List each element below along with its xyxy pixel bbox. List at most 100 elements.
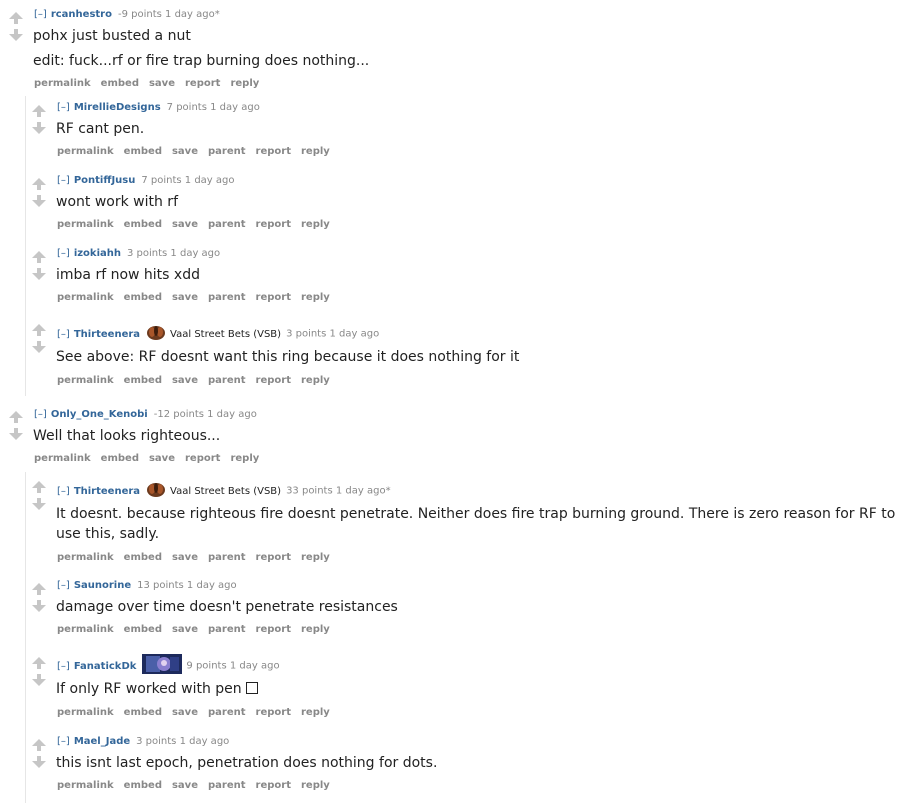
- collapse-toggle[interactable]: [–]: [34, 9, 47, 20]
- author-link[interactable]: MirellieDesigns: [74, 102, 161, 113]
- reply-link[interactable]: reply: [230, 78, 259, 89]
- report-link[interactable]: report: [256, 624, 291, 635]
- author-link[interactable]: Mael_Jade: [74, 736, 130, 747]
- upvote-icon[interactable]: [9, 12, 23, 24]
- downvote-icon[interactable]: [9, 428, 23, 440]
- upvote-icon[interactable]: [32, 178, 46, 190]
- collapse-toggle[interactable]: [–]: [34, 409, 47, 420]
- reply-link[interactable]: reply: [301, 375, 330, 386]
- reply-link[interactable]: reply: [301, 552, 330, 563]
- author-link[interactable]: Saunorine: [74, 580, 131, 591]
- reply-link[interactable]: reply: [301, 292, 330, 303]
- permalink-link[interactable]: permalink: [57, 146, 114, 157]
- upvote-icon[interactable]: [9, 411, 23, 423]
- parent-link[interactable]: parent: [208, 292, 246, 303]
- save-link[interactable]: save: [172, 707, 198, 718]
- reply-link[interactable]: reply: [301, 707, 330, 718]
- upvote-icon[interactable]: [32, 105, 46, 117]
- permalink-link[interactable]: permalink: [57, 707, 114, 718]
- parent-link[interactable]: parent: [208, 375, 246, 386]
- embed-link[interactable]: embed: [124, 292, 162, 303]
- author-link[interactable]: izokiahh: [74, 248, 121, 259]
- report-link[interactable]: report: [185, 453, 220, 464]
- upvote-icon[interactable]: [32, 583, 46, 595]
- downvote-icon[interactable]: [32, 756, 46, 768]
- collapse-toggle[interactable]: [–]: [57, 486, 70, 497]
- embed-link[interactable]: embed: [124, 707, 162, 718]
- report-link[interactable]: report: [185, 78, 220, 89]
- permalink-link[interactable]: permalink: [34, 78, 91, 89]
- save-link[interactable]: save: [172, 780, 198, 791]
- author-link[interactable]: rcanhestro: [51, 9, 112, 20]
- upvote-icon[interactable]: [32, 657, 46, 669]
- embed-link[interactable]: embed: [101, 78, 139, 89]
- report-link[interactable]: report: [256, 552, 291, 563]
- downvote-icon[interactable]: [32, 498, 46, 510]
- permalink-link[interactable]: permalink: [34, 453, 91, 464]
- permalink-link[interactable]: permalink: [57, 552, 114, 563]
- report-link[interactable]: report: [256, 375, 291, 386]
- upvote-icon[interactable]: [32, 739, 46, 751]
- embed-link[interactable]: embed: [124, 375, 162, 386]
- collapse-toggle[interactable]: [–]: [57, 329, 70, 340]
- downvote-icon[interactable]: [32, 674, 46, 686]
- parent-link[interactable]: parent: [208, 780, 246, 791]
- downvote-icon[interactable]: [32, 268, 46, 280]
- permalink-link[interactable]: permalink: [57, 624, 114, 635]
- collapse-toggle[interactable]: [–]: [57, 248, 70, 259]
- reply-link[interactable]: reply: [301, 780, 330, 791]
- upvote-icon[interactable]: [32, 324, 46, 336]
- upvote-icon[interactable]: [32, 481, 46, 493]
- author-link[interactable]: Thirteenera: [74, 329, 140, 340]
- author-link[interactable]: FanatickDk: [74, 661, 137, 672]
- embed-link[interactable]: embed: [124, 624, 162, 635]
- author-link[interactable]: Only_One_Kenobi: [51, 409, 148, 420]
- reply-link[interactable]: reply: [301, 219, 330, 230]
- report-link[interactable]: report: [256, 292, 291, 303]
- parent-link[interactable]: parent: [208, 552, 246, 563]
- parent-link[interactable]: parent: [208, 624, 246, 635]
- embed-link[interactable]: embed: [101, 453, 139, 464]
- avatar-portrait-icon: [142, 654, 183, 677]
- embed-link[interactable]: embed: [124, 780, 162, 791]
- reply-link[interactable]: reply: [301, 146, 330, 157]
- save-link[interactable]: save: [149, 78, 175, 89]
- upvote-icon[interactable]: [32, 251, 46, 263]
- embed-link[interactable]: embed: [124, 146, 162, 157]
- parent-link[interactable]: parent: [208, 219, 246, 230]
- permalink-link[interactable]: permalink: [57, 219, 114, 230]
- downvote-icon[interactable]: [32, 122, 46, 134]
- downvote-icon[interactable]: [32, 341, 46, 353]
- save-link[interactable]: save: [172, 292, 198, 303]
- embed-link[interactable]: embed: [124, 219, 162, 230]
- author-link[interactable]: Thirteenera: [74, 486, 140, 497]
- report-link[interactable]: report: [256, 780, 291, 791]
- collapse-toggle[interactable]: [–]: [57, 580, 70, 591]
- permalink-link[interactable]: permalink: [57, 780, 114, 791]
- downvote-icon[interactable]: [32, 195, 46, 207]
- downvote-icon[interactable]: [32, 600, 46, 612]
- author-link[interactable]: PontiffJusu: [74, 175, 136, 186]
- parent-link[interactable]: parent: [208, 707, 246, 718]
- parent-link[interactable]: parent: [208, 146, 246, 157]
- collapse-toggle[interactable]: [–]: [57, 661, 70, 672]
- permalink-link[interactable]: permalink: [57, 292, 114, 303]
- save-link[interactable]: save: [172, 146, 198, 157]
- reply-link[interactable]: reply: [230, 453, 259, 464]
- save-link[interactable]: save: [149, 453, 175, 464]
- collapse-toggle[interactable]: [–]: [57, 736, 70, 747]
- permalink-link[interactable]: permalink: [57, 375, 114, 386]
- save-link[interactable]: save: [172, 624, 198, 635]
- save-link[interactable]: save: [172, 219, 198, 230]
- report-link[interactable]: report: [256, 219, 291, 230]
- collapse-toggle[interactable]: [–]: [57, 102, 70, 113]
- embed-link[interactable]: embed: [124, 552, 162, 563]
- reply-link[interactable]: reply: [301, 624, 330, 635]
- save-link[interactable]: save: [172, 375, 198, 386]
- downvote-icon[interactable]: [9, 29, 23, 41]
- report-link[interactable]: report: [256, 707, 291, 718]
- comment-body: If only RF worked with pen: [56, 679, 896, 699]
- report-link[interactable]: report: [256, 146, 291, 157]
- save-link[interactable]: save: [172, 552, 198, 563]
- collapse-toggle[interactable]: [–]: [57, 175, 70, 186]
